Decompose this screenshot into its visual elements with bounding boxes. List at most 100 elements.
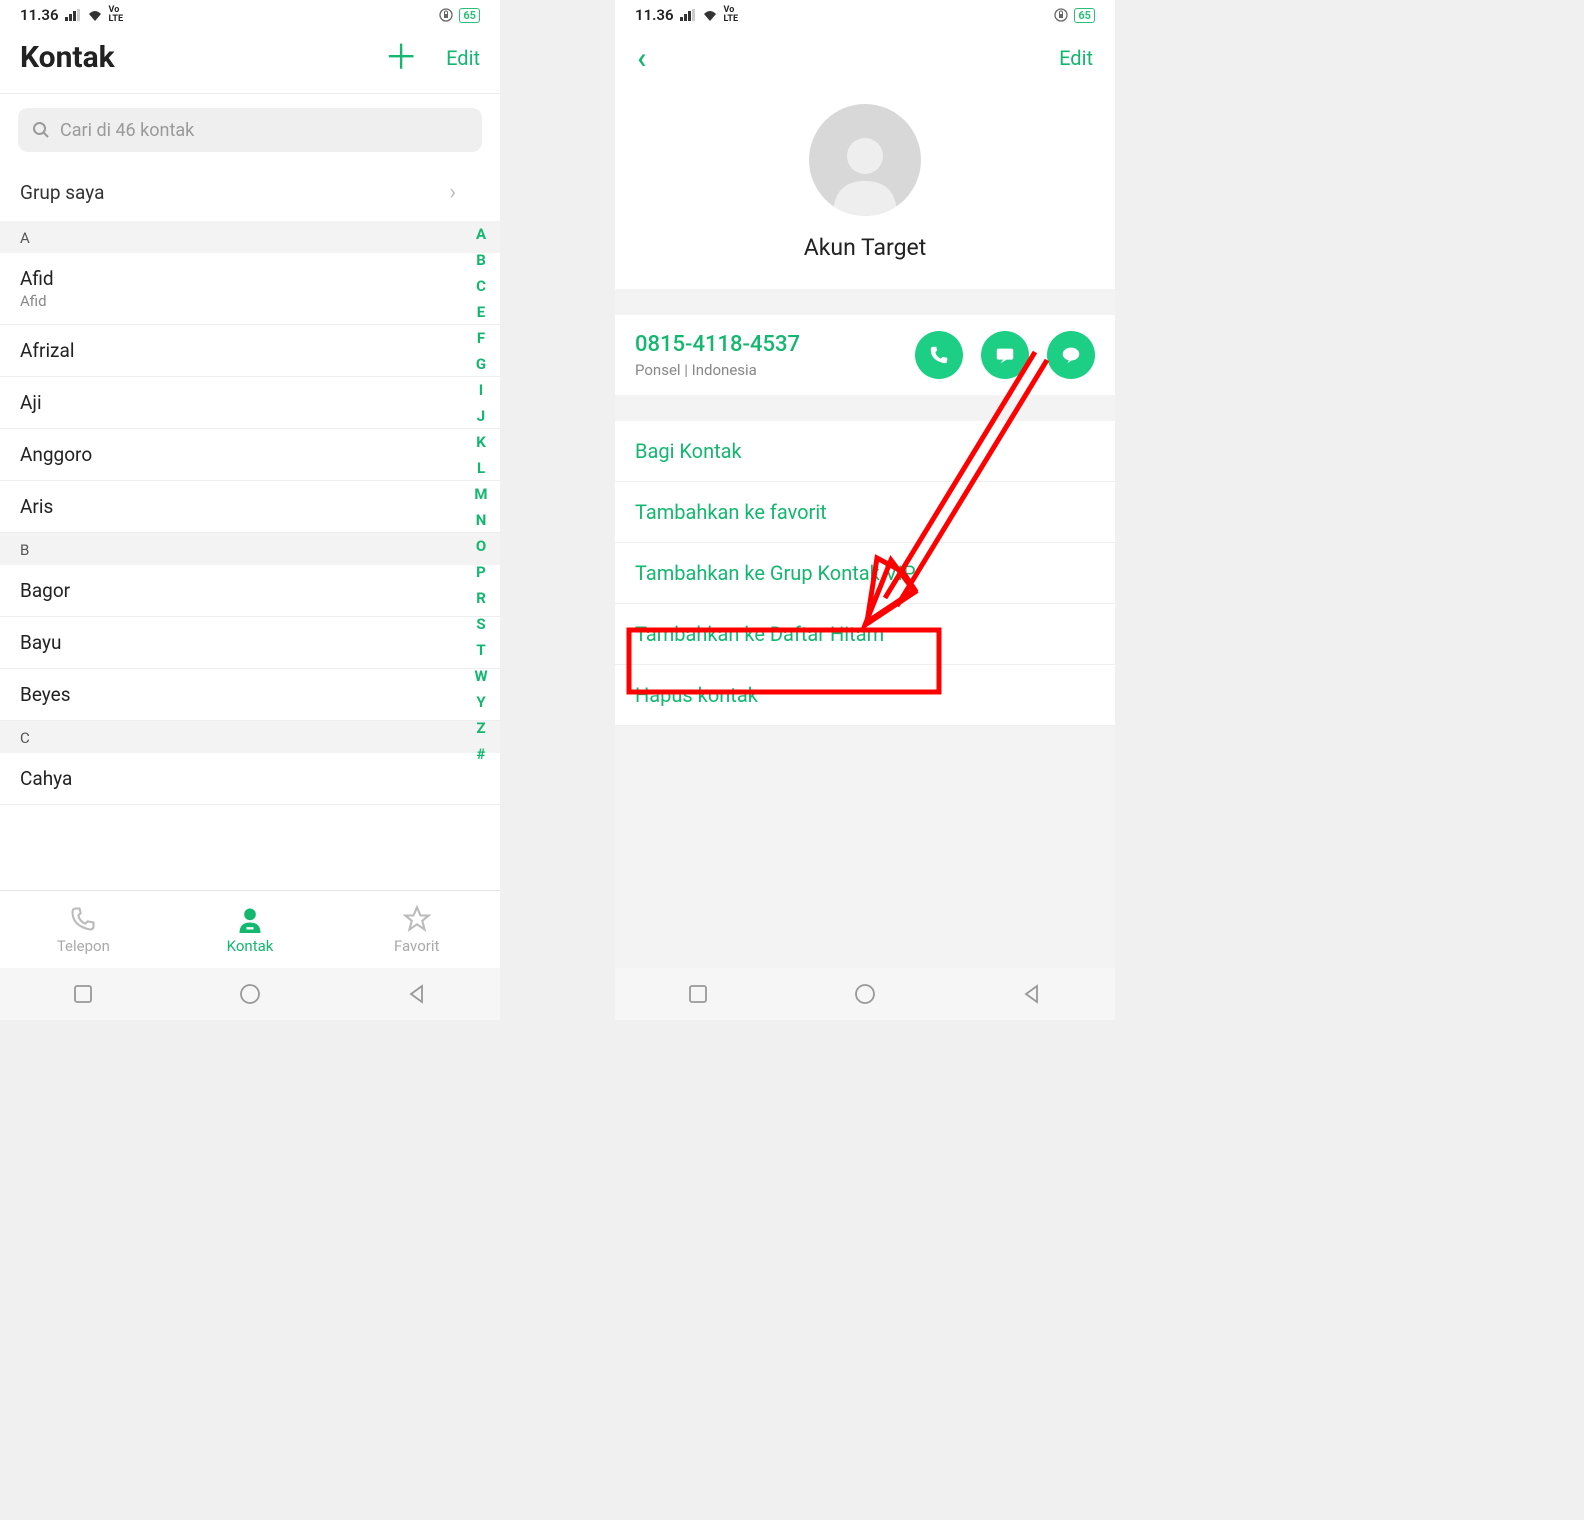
- contact-row[interactable]: Afrizal: [0, 325, 500, 377]
- index-letter[interactable]: T: [476, 641, 485, 659]
- section-gap: [615, 395, 1115, 421]
- section-gap: [615, 289, 1115, 315]
- back-button[interactable]: ‹: [637, 41, 646, 76]
- phone-type: Ponsel | Indonesia: [635, 361, 800, 379]
- contact-action-row[interactable]: Tambahkan ke Daftar Hitam: [615, 604, 1115, 665]
- contact-name: Bayu: [20, 631, 480, 654]
- message-button[interactable]: [981, 331, 1029, 379]
- index-letter[interactable]: F: [477, 329, 485, 347]
- search-placeholder: Cari di 46 kontak: [60, 120, 194, 141]
- tab-kontak-label: Kontak: [227, 937, 274, 955]
- contacts-list[interactable]: A Afid Afid Afrizal Aji Anggoro Aris B Bagor Bayu…: [0, 221, 500, 890]
- contact-name: Cahya: [20, 767, 480, 790]
- phone-number: 0815-4118-4537: [635, 332, 800, 357]
- contact-name: Aris: [20, 495, 480, 518]
- index-letter[interactable]: L: [477, 459, 485, 477]
- nav-back-icon[interactable]: [1021, 983, 1043, 1005]
- contact-name: Anggoro: [20, 443, 480, 466]
- contact-action-row[interactable]: Tambahkan ke Grup Kontak VIP: [615, 543, 1115, 604]
- contact-row[interactable]: Bagor: [0, 565, 500, 617]
- contact-action-row[interactable]: Hapus kontak: [615, 665, 1115, 726]
- contact-name: Aji: [20, 391, 480, 414]
- signal-icon: [680, 9, 696, 21]
- system-nav-bar: [0, 968, 500, 1020]
- index-letter[interactable]: A: [476, 225, 486, 243]
- battery-indicator: 65: [1074, 8, 1095, 23]
- lock-icon: [439, 8, 453, 22]
- section-header: A: [0, 221, 500, 253]
- add-contact-button[interactable]: ＋: [384, 41, 418, 75]
- contact-action-row[interactable]: Bagi Kontak: [615, 421, 1115, 482]
- index-letter[interactable]: #: [477, 745, 486, 763]
- header: Kontak ＋ Edit: [0, 30, 500, 94]
- alphabet-index[interactable]: ABCEFGIJKLMNOPRSTWYZ #: [468, 221, 494, 890]
- contact-row[interactable]: Anggoro: [0, 429, 500, 481]
- contact-actions-list: Bagi KontakTambahkan ke favoritTambahkan…: [615, 421, 1115, 726]
- contact-name: Akun Target: [804, 234, 926, 261]
- index-letter[interactable]: K: [476, 433, 486, 451]
- nav-home-icon[interactable]: [238, 982, 262, 1006]
- contact-row[interactable]: Beyes: [0, 669, 500, 721]
- phone-number-block[interactable]: 0815-4118-4537 Ponsel | Indonesia: [615, 315, 1115, 395]
- tab-favorit[interactable]: Favorit: [333, 891, 500, 968]
- phone-icon: [928, 344, 950, 366]
- edit-button[interactable]: Edit: [446, 46, 480, 70]
- contact-row[interactable]: Afid Afid: [0, 253, 500, 325]
- empty-area: [615, 726, 1115, 968]
- index-letter[interactable]: R: [476, 589, 486, 607]
- nav-home-icon[interactable]: [853, 982, 877, 1006]
- detail-header: ‹ Edit: [615, 30, 1115, 86]
- index-letter[interactable]: E: [477, 303, 485, 321]
- index-letter[interactable]: J: [477, 407, 485, 425]
- contact-row[interactable]: Aris: [0, 481, 500, 533]
- edit-button[interactable]: Edit: [1059, 46, 1093, 70]
- nav-recent-icon[interactable]: [687, 983, 709, 1005]
- status-bar: 11.36 Vo LTE 65: [615, 0, 1115, 30]
- nav-back-icon[interactable]: [406, 983, 428, 1005]
- index-letter[interactable]: W: [474, 667, 487, 685]
- search-input[interactable]: Cari di 46 kontak: [18, 108, 482, 152]
- contact-name: Bagor: [20, 579, 480, 602]
- index-letter[interactable]: G: [476, 355, 486, 373]
- contact-action-row[interactable]: Tambahkan ke favorit: [615, 482, 1115, 543]
- index-letter[interactable]: P: [476, 563, 486, 581]
- index-letter[interactable]: B: [476, 251, 486, 269]
- nav-recent-icon[interactable]: [72, 983, 94, 1005]
- contact-row[interactable]: Bayu: [0, 617, 500, 669]
- chevron-right-icon: ›: [449, 180, 456, 205]
- contact-name: Afid: [20, 267, 480, 290]
- tab-favorit-label: Favorit: [394, 937, 439, 955]
- tab-telepon[interactable]: Telepon: [0, 891, 167, 968]
- chat-button[interactable]: [1047, 331, 1095, 379]
- contact-name: Afrizal: [20, 339, 480, 362]
- volte-icon: Vo LTE: [109, 6, 124, 24]
- call-button[interactable]: [915, 331, 963, 379]
- battery-indicator: 65: [459, 8, 480, 23]
- message-icon: [994, 344, 1016, 366]
- index-letter[interactable]: O: [476, 537, 486, 555]
- contact-avatar-area: Akun Target: [615, 86, 1115, 289]
- contact-row[interactable]: Aji: [0, 377, 500, 429]
- tab-kontak[interactable]: Kontak: [167, 891, 334, 968]
- star-icon: [403, 905, 431, 933]
- index-letter[interactable]: S: [476, 615, 485, 633]
- person-icon: [236, 905, 264, 933]
- contacts-list-screen: 11.36 Vo LTE 65 Kontak ＋ Edit Cari di 46…: [0, 0, 500, 1020]
- index-letter[interactable]: M: [474, 485, 487, 503]
- index-letter[interactable]: Y: [476, 693, 485, 711]
- volte-icon: Vo LTE: [724, 6, 739, 24]
- contact-row[interactable]: Cahya: [0, 753, 500, 805]
- section-header: C: [0, 721, 500, 753]
- index-letter[interactable]: Z: [476, 719, 485, 737]
- avatar[interactable]: [809, 104, 921, 216]
- tab-telepon-label: Telepon: [57, 937, 110, 955]
- my-groups-label: Grup saya: [20, 181, 104, 204]
- contact-subtitle: Afid: [20, 292, 480, 310]
- status-bar: 11.36 Vo LTE 65: [0, 0, 500, 30]
- my-groups-row[interactable]: Grup saya ›: [0, 164, 500, 221]
- index-letter[interactable]: C: [476, 277, 486, 295]
- search-icon: [32, 121, 50, 139]
- contact-name: Beyes: [20, 683, 480, 706]
- index-letter[interactable]: N: [476, 511, 487, 529]
- index-letter[interactable]: I: [479, 381, 483, 399]
